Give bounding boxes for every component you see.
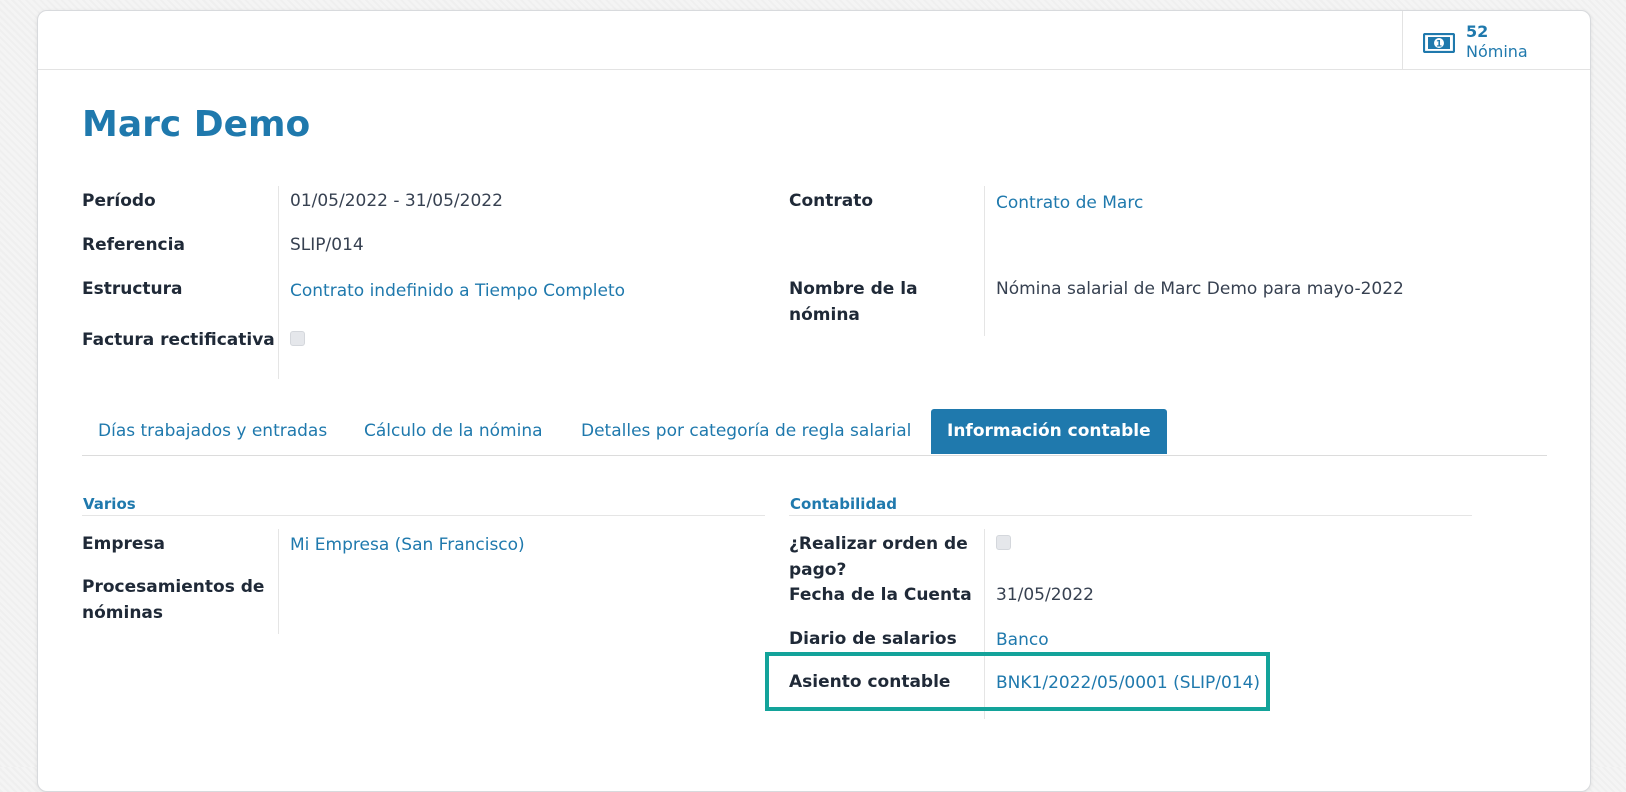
contrato-link[interactable]: Contrato de Marc: [996, 190, 1143, 216]
tab-dias-trabajados[interactable]: Días trabajados y entradas: [98, 409, 327, 454]
tab-detalles-categoria[interactable]: Detalles por categoría de regla salarial: [581, 409, 911, 454]
estructura-label: Estructura: [82, 279, 183, 299]
orden-pago-label: ¿Realizar orden de pago?: [789, 531, 968, 583]
tab-informacion-contable[interactable]: Información contable: [931, 409, 1167, 454]
contrato-label: Contrato: [789, 191, 874, 211]
field-separator: [984, 186, 985, 336]
periodo-value[interactable]: 01/05/2022 - 31/05/2022: [290, 188, 503, 214]
diario-salarios-label: Diario de salarios: [789, 629, 957, 649]
fecha-cuenta-label: Fecha de la Cuenta: [789, 585, 972, 605]
section-divider: [789, 515, 1472, 516]
periodo-label: Período: [82, 191, 156, 211]
orden-pago-checkbox[interactable]: [996, 535, 1011, 550]
tab-calculo-nomina[interactable]: Cálculo de la nómina: [364, 409, 543, 454]
orden-pago-label-line1: ¿Realizar orden de: [789, 534, 968, 554]
nombre-nomina-label-line1: Nombre de la: [789, 279, 918, 299]
employee-name-title: Marc Demo: [82, 104, 311, 145]
empresa-label: Empresa: [82, 534, 165, 554]
asiento-contable-highlight-box: [765, 652, 1270, 711]
referencia-label: Referencia: [82, 235, 185, 255]
payslip-count: 52: [1466, 22, 1489, 41]
varios-section-title: Varios: [83, 495, 136, 513]
field-separator: [278, 186, 279, 379]
empresa-link[interactable]: Mi Empresa (San Francisco): [290, 532, 525, 558]
svg-text:1: 1: [1436, 40, 1442, 50]
orden-pago-label-line2: pago?: [789, 560, 847, 580]
button-box: 1 52 Nómina: [38, 11, 1590, 70]
section-divider: [82, 515, 765, 516]
procesamientos-label: Procesamientos de nóminas: [82, 574, 264, 626]
nombre-nomina-label-line2: nómina: [789, 305, 860, 325]
referencia-value[interactable]: SLIP/014: [290, 232, 364, 258]
nombre-nomina-value[interactable]: Nómina salarial de Marc Demo para mayo-2…: [996, 276, 1404, 302]
factura-rectificativa-checkbox[interactable]: [290, 331, 305, 346]
nombre-nomina-label: Nombre de la nómina: [789, 276, 918, 328]
payslip-label: Nómina: [1466, 42, 1528, 61]
procesamientos-label-line1: Procesamientos de: [82, 577, 265, 597]
money-icon: 1: [1423, 33, 1455, 53]
estructura-link[interactable]: Contrato indefinido a Tiempo Completo: [290, 278, 625, 304]
diario-salarios-link[interactable]: Banco: [996, 627, 1049, 653]
field-separator: [278, 529, 279, 634]
factura-rectificativa-label: Factura rectificativa: [82, 330, 275, 350]
contabilidad-section-title: Contabilidad: [790, 495, 898, 513]
payslips-smart-button[interactable]: 1 52 Nómina: [1402, 11, 1590, 69]
procesamientos-label-line2: nóminas: [82, 603, 164, 623]
fecha-cuenta-value[interactable]: 31/05/2022: [996, 582, 1094, 608]
notebook-tabs: Días trabajados y entradas Cálculo de la…: [82, 409, 1547, 456]
